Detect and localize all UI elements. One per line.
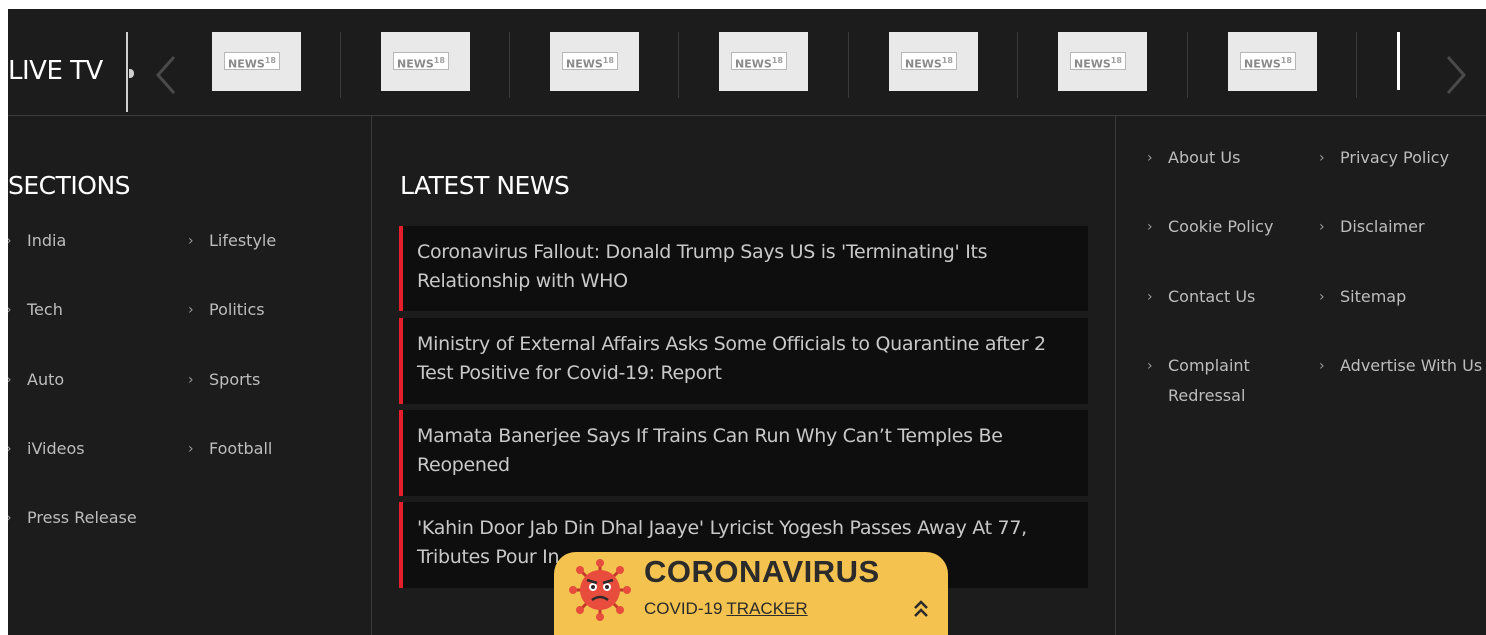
- channel-thumbnail[interactable]: NEWS18: [719, 32, 808, 91]
- link-chevron-icon: ›: [188, 233, 194, 249]
- thumb-divider: [678, 32, 679, 98]
- section-link-press-release[interactable]: ›Press Release: [8, 503, 137, 533]
- link-chevron-icon: ›: [8, 434, 12, 464]
- section-link-auto[interactable]: ›Auto: [8, 365, 64, 395]
- thumb-divider: [848, 32, 849, 98]
- footer-link-complaint-redressal[interactable]: › Complaint Redressal: [1147, 351, 1278, 411]
- link-chevron-icon: ›: [1147, 150, 1153, 166]
- virus-icon: [569, 559, 631, 621]
- section-link-sports[interactable]: › Sports: [188, 365, 260, 395]
- sections-title: SECTIONS: [8, 171, 131, 200]
- column-divider: [371, 116, 372, 635]
- channel-thumbnail[interactable]: NEWS18: [889, 32, 978, 91]
- link-chevron-icon: ›: [188, 441, 194, 457]
- live-tv-divider: [126, 32, 128, 112]
- link-chevron-icon: ›: [1319, 150, 1325, 166]
- channel-thumbnail-partial[interactable]: [1397, 32, 1400, 90]
- chevron-left-icon: [155, 56, 176, 94]
- section-link-politics[interactable]: › Politics: [188, 295, 265, 325]
- channel-thumbnail[interactable]: NEWS18: [1228, 32, 1317, 91]
- tracker-title: CORONAVIRUS: [644, 554, 880, 589]
- channel-thumbnail[interactable]: NEWS18: [381, 32, 470, 91]
- thumb-divider: [1356, 32, 1357, 98]
- news18-logo: NEWS18: [1070, 52, 1126, 71]
- link-chevron-icon: ›: [8, 295, 12, 325]
- news18-logo: NEWS18: [1240, 52, 1296, 71]
- channel-thumbnail[interactable]: NEWS18: [550, 32, 639, 91]
- covid-tracker-widget[interactable]: CORONAVIRUS COVID-19 TRACKER: [554, 552, 948, 635]
- link-chevron-icon: ›: [8, 503, 12, 533]
- latest-news-title: LATEST NEWS: [400, 171, 570, 200]
- live-tv-label[interactable]: LIVE TV: [8, 56, 103, 86]
- footer-link-about-us[interactable]: › About Us: [1147, 143, 1240, 173]
- tracker-link[interactable]: TRACKER: [726, 599, 807, 618]
- link-chevron-icon: ›: [1147, 289, 1153, 305]
- link-chevron-icon: ›: [8, 365, 12, 395]
- news18-logo: NEWS18: [393, 52, 449, 71]
- news-item[interactable]: Mamata Banerjee Says If Trains Can Run W…: [399, 410, 1088, 496]
- link-chevron-icon: ›: [1319, 289, 1325, 305]
- footer-link-disclaimer[interactable]: › Disclaimer: [1319, 212, 1425, 242]
- link-chevron-icon: ›: [1147, 358, 1153, 374]
- thumb-divider: [509, 32, 510, 98]
- tracker-subtitle: COVID-19 TRACKER: [644, 599, 808, 618]
- footer-link-contact-us[interactable]: › Contact Us: [1147, 282, 1255, 312]
- chevron-right-icon: [1446, 56, 1467, 94]
- channel-thumbnail[interactable]: NEWS18: [212, 32, 301, 91]
- carousel-next-button[interactable]: [1444, 51, 1472, 99]
- news-headline[interactable]: Ministry of External Affairs Asks Some O…: [417, 330, 1058, 388]
- link-chevron-icon: ›: [1319, 358, 1325, 374]
- section-link-tech[interactable]: ›Tech: [8, 295, 63, 325]
- column-divider: [1115, 116, 1116, 635]
- footer-link-sitemap[interactable]: › Sitemap: [1319, 282, 1406, 312]
- section-link-ivideos[interactable]: ›iVideos: [8, 434, 85, 464]
- link-chevron-icon: ›: [188, 302, 194, 318]
- section-link-football[interactable]: › Football: [188, 434, 272, 464]
- double-chevron-up-icon[interactable]: [912, 598, 930, 620]
- section-link-lifestyle[interactable]: › Lifestyle: [188, 226, 276, 256]
- news-item[interactable]: Coronavirus Fallout: Donald Trump Says U…: [399, 226, 1088, 311]
- news18-logo: NEWS18: [224, 52, 280, 71]
- footer-link-cookie-policy[interactable]: › Cookie Policy: [1147, 212, 1273, 242]
- thumb-divider: [1187, 32, 1188, 98]
- news18-logo: NEWS18: [901, 52, 957, 71]
- link-chevron-icon: ›: [188, 372, 194, 388]
- news18-logo: NEWS18: [731, 52, 787, 71]
- section-link-india[interactable]: ›India: [8, 226, 66, 256]
- news-item[interactable]: Ministry of External Affairs Asks Some O…: [399, 318, 1088, 404]
- live-tv-strip: LIVE TV NEWS18 NEWS18 NEWS18 NEWS18 NEWS…: [8, 9, 1486, 116]
- thumb-divider: [340, 32, 341, 98]
- news18-logo: NEWS18: [562, 52, 618, 71]
- live-tv-divider-knob: [129, 69, 134, 78]
- footer-link-privacy-policy[interactable]: › Privacy Policy: [1319, 143, 1449, 173]
- thumb-divider: [1017, 32, 1018, 98]
- footer-link-advertise-with-us[interactable]: › Advertise With Us: [1319, 351, 1482, 381]
- link-chevron-icon: ›: [1147, 219, 1153, 235]
- link-chevron-icon: ›: [8, 226, 12, 256]
- carousel-prev-button[interactable]: [150, 51, 178, 99]
- footer-region: LIVE TV NEWS18 NEWS18 NEWS18 NEWS18 NEWS…: [8, 9, 1486, 635]
- news-headline[interactable]: Mamata Banerjee Says If Trains Can Run W…: [417, 422, 1058, 480]
- channel-thumbnail[interactable]: NEWS18: [1058, 32, 1147, 91]
- link-chevron-icon: ›: [1319, 219, 1325, 235]
- news-headline[interactable]: Coronavirus Fallout: Donald Trump Says U…: [417, 238, 1058, 296]
